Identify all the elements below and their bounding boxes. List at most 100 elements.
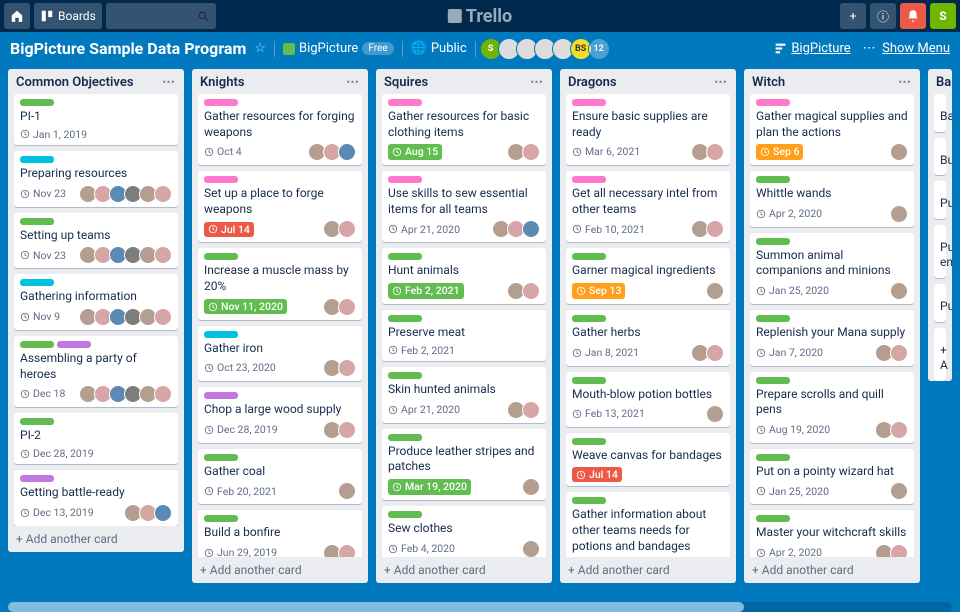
card[interactable]: Getting battle-readyDec 13, 2019 [14, 470, 178, 526]
card[interactable]: Ba [934, 94, 946, 132]
card-label[interactable] [388, 434, 422, 441]
card[interactable]: Skin hunted animalsApr 21, 2020 [382, 367, 546, 423]
card[interactable]: Gather magical supplies and plan the act… [750, 94, 914, 165]
card-label[interactable] [572, 497, 606, 504]
due-date-badge[interactable]: Feb 4, 2020 [388, 542, 455, 556]
due-date-badge[interactable]: Apr 21, 2020 [388, 223, 460, 237]
member-avatar[interactable] [706, 143, 724, 161]
due-date-badge[interactable]: Jan 1, 2019 [20, 128, 87, 142]
member-avatar[interactable] [706, 282, 724, 300]
list-title[interactable]: Dragons [568, 75, 617, 90]
card-label[interactable] [388, 253, 422, 260]
card-label[interactable] [756, 377, 790, 384]
due-date-badge[interactable]: Feb 2, 2021 [388, 283, 464, 299]
card[interactable]: Get all necessary intel from other teams… [566, 171, 730, 242]
card-label[interactable] [572, 315, 606, 322]
member-avatar[interactable] [522, 401, 540, 419]
due-date-badge[interactable]: Oct 4 [204, 145, 242, 159]
member-avatar[interactable] [338, 298, 356, 316]
member-avatar[interactable] [890, 421, 908, 439]
due-date-badge[interactable]: Apr 2, 2020 [756, 207, 822, 221]
add-card-button[interactable]: + Add another card [376, 557, 552, 583]
card-label[interactable] [756, 315, 790, 322]
card[interactable]: Pu en [934, 225, 946, 278]
card-label[interactable] [204, 331, 238, 338]
card-label[interactable] [20, 99, 54, 106]
card[interactable]: Master your witchcraft skillsApr 2, 2020 [750, 510, 914, 557]
card[interactable]: Increase a muscle mass by 20%Nov 11, 202… [198, 248, 362, 319]
card-label[interactable] [756, 454, 790, 461]
due-date-badge[interactable]: Sep 13 [572, 283, 625, 299]
due-date-badge[interactable]: Nov 23 [20, 187, 66, 201]
member-avatar[interactable] [706, 344, 724, 362]
card[interactable]: Preparing resourcesNov 23 [14, 151, 178, 207]
star-icon[interactable]: ☆ [254, 41, 266, 56]
due-date-badge[interactable]: Dec 13, 2019 [20, 506, 94, 520]
card[interactable]: Bu [934, 138, 946, 176]
card[interactable]: Replenish your Mana supplyJan 7, 2020 [750, 310, 914, 366]
home-button[interactable] [4, 3, 30, 29]
card[interactable]: Gather ironOct 23, 2020 [198, 326, 362, 382]
card-label[interactable] [204, 99, 238, 106]
card-label[interactable] [204, 253, 238, 260]
due-date-badge[interactable]: Dec 28, 2019 [20, 447, 94, 461]
member-avatar[interactable] [154, 308, 172, 326]
create-button[interactable]: + [840, 3, 866, 29]
member-avatar[interactable] [890, 482, 908, 500]
list-menu-button[interactable]: ⋯ [162, 75, 176, 90]
list-menu-button[interactable]: ⋯ [898, 75, 912, 90]
card[interactable]: PI-1Jan 1, 2019 [14, 94, 178, 145]
user-avatar[interactable]: S [930, 3, 956, 29]
member-avatar[interactable] [522, 220, 540, 238]
due-date-badge[interactable]: Apr 2, 2020 [756, 546, 822, 557]
card[interactable]: Prepare scrolls and quill pensAug 19, 20… [750, 372, 914, 443]
due-date-badge[interactable]: Apr 21, 2020 [388, 403, 460, 417]
member-avatar[interactable] [338, 421, 356, 439]
card[interactable]: Mouth-blow potion bottlesFeb 13, 2021 [566, 372, 730, 428]
card[interactable]: Set up a place to forge weaponsJul 14 [198, 171, 362, 242]
card-label[interactable] [20, 341, 54, 348]
card-label[interactable] [572, 176, 606, 183]
card-label[interactable] [756, 176, 790, 183]
due-date-badge[interactable]: Aug 15 [388, 144, 442, 160]
due-date-badge[interactable]: Jun 29, 2019 [204, 546, 277, 557]
list-menu-button[interactable]: ⋯ [346, 75, 360, 90]
card-label[interactable] [20, 475, 54, 482]
card-label[interactable] [388, 315, 422, 322]
card[interactable]: PI-2Dec 28, 2019 [14, 413, 178, 464]
card[interactable]: Garner magical ingredientsSep 13 [566, 248, 730, 304]
member-avatar[interactable] [338, 359, 356, 377]
due-date-badge[interactable]: Jan 7, 2020 [756, 346, 823, 360]
card-label[interactable] [204, 515, 238, 522]
due-date-badge[interactable]: Oct 23, 2020 [204, 361, 276, 375]
due-date-badge[interactable]: Nov 11, 2020 [204, 299, 287, 315]
card-label[interactable] [388, 511, 422, 518]
card-label[interactable] [388, 372, 422, 379]
add-card-button[interactable]: + Add another card [560, 557, 736, 583]
due-date-badge[interactable]: Mar 19, 2020 [388, 479, 471, 495]
info-button[interactable]: ⓘ [870, 3, 896, 29]
card[interactable]: Ensure basic supplies are readyMar 6, 20… [566, 94, 730, 165]
board-members[interactable]: S BS 12 [484, 38, 610, 60]
due-date-badge[interactable]: Jul 14 [572, 467, 622, 483]
card-label[interactable] [20, 156, 54, 163]
card[interactable]: Gather resources for forging weaponsOct … [198, 94, 362, 165]
member-avatar[interactable] [522, 282, 540, 300]
visibility-button[interactable]: 🌐 Public [411, 41, 467, 56]
due-date-badge[interactable]: Nov 23 [20, 249, 66, 263]
card-label[interactable] [204, 454, 238, 461]
add-card-button[interactable]: + Add another card [8, 526, 184, 552]
member-avatar[interactable] [154, 385, 172, 403]
card[interactable]: Put on a pointy wizard hatJan 25, 2020 [750, 449, 914, 505]
due-date-badge[interactable]: Aug 19, 2020 [756, 423, 830, 437]
board-menu-button[interactable]: ⋯ Show Menu [863, 41, 950, 56]
member-avatar[interactable] [890, 344, 908, 362]
card[interactable]: Setting up teamsNov 23 [14, 213, 178, 269]
add-card-button[interactable]: + Add another card [744, 557, 920, 583]
member-avatar[interactable] [706, 405, 724, 423]
due-date-badge[interactable]: Dec 18 [20, 387, 65, 401]
list-title[interactable]: Common Objectives [16, 75, 134, 90]
list-title[interactable]: Knights [200, 75, 245, 90]
due-date-badge[interactable]: Dec 28, 2019 [204, 423, 278, 437]
notifications-button[interactable] [900, 3, 926, 29]
